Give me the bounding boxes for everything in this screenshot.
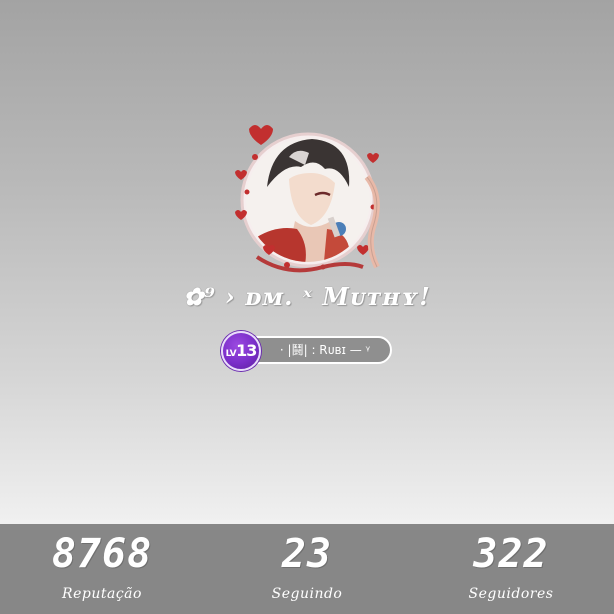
- stat-label: Seguidores: [468, 586, 554, 602]
- stat-value: 322: [473, 531, 549, 577]
- stat-following[interactable]: 23 Seguindo: [217, 524, 397, 614]
- custom-title: · |鬪| : Rᴜʙɪ — ᵞ: [279, 343, 371, 357]
- stat-label: Seguindo: [271, 586, 343, 602]
- level-prefix: LV: [225, 349, 237, 359]
- stat-followers[interactable]: 322 Seguidores: [421, 524, 601, 614]
- stat-value: 23: [281, 531, 333, 577]
- profile-header: ✿⁹ › ᴅᴍ. ˣ Mᴜᴛʜʏ! · |鬪| : Rᴜʙɪ — ᵞ LV13: [0, 0, 614, 524]
- level-label: LV13: [221, 331, 261, 371]
- stats-bar: 8768 Reputação 23 Seguindo 322 Seguidore…: [0, 524, 614, 614]
- stat-value: 8768: [51, 531, 153, 577]
- stat-reputation[interactable]: 8768 Reputação: [12, 524, 192, 614]
- level-number: 13: [236, 341, 257, 360]
- avatar[interactable]: [227, 117, 389, 279]
- avatar-with-heart-frame-icon: [235, 125, 380, 273]
- username: ✿⁹ › ᴅᴍ. ˣ Mᴜᴛʜʏ!: [183, 282, 431, 311]
- stat-label: Reputação: [62, 586, 142, 602]
